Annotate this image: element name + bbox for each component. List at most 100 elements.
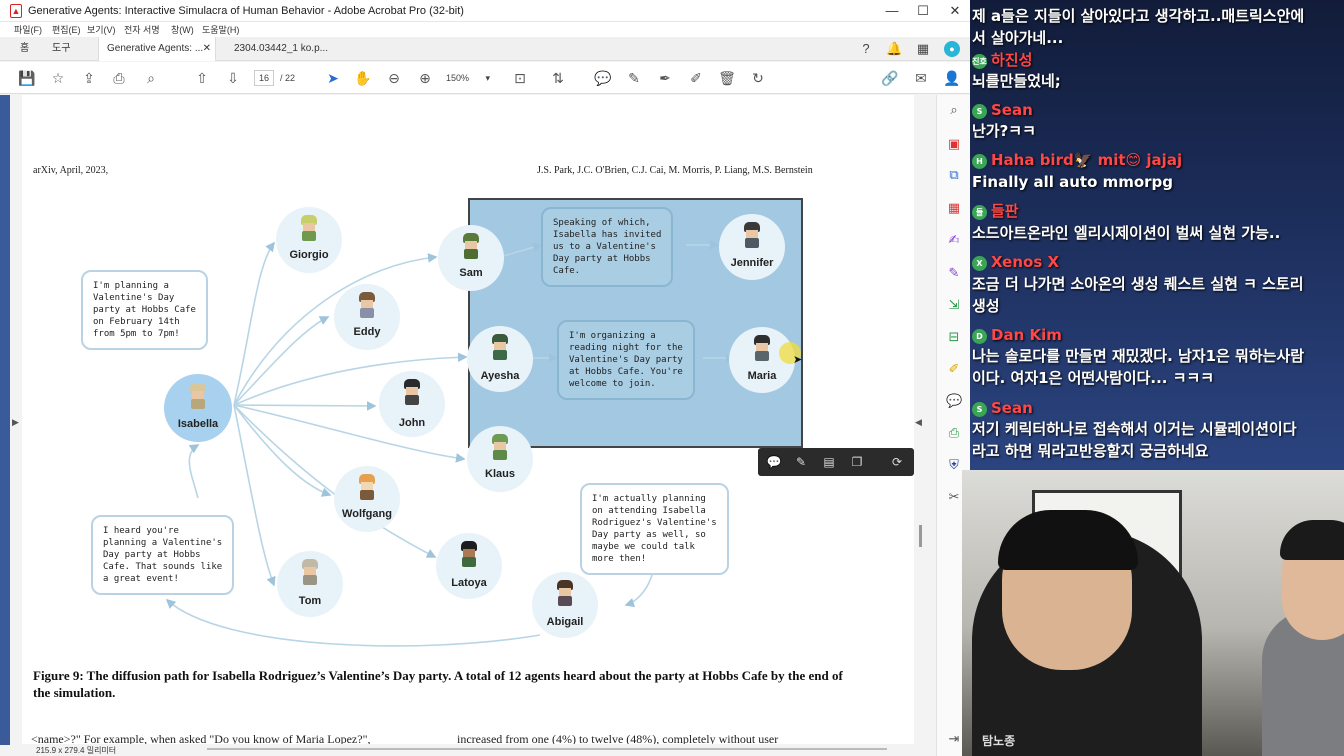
organize-pages-icon[interactable]: ▦ bbox=[946, 200, 962, 216]
zoom-out-icon[interactable]: ⊖ bbox=[384, 69, 404, 87]
agent-abigail: Abigail bbox=[532, 572, 598, 638]
share-person-icon[interactable]: 👤 bbox=[942, 69, 962, 87]
agent-klaus: Klaus bbox=[467, 426, 533, 492]
toolbar: 💾 ☆ ⇪ ⎙ ⌕ ⇧ ⇩ 16 / 22 ➤ ✋ ⊖ ⊕ 150% ▾ ⊡ ⇅… bbox=[0, 62, 970, 94]
chat-message: 소드아트온라인 엘리시제이션이 벌써 실현 가능.. bbox=[972, 224, 1281, 242]
scrollbar-thumb[interactable] bbox=[919, 525, 922, 547]
scan-ocr-icon[interactable]: ⊟ bbox=[946, 329, 962, 345]
save-icon[interactable]: 💾 bbox=[17, 69, 37, 87]
export-pdf-icon[interactable]: ⇲ bbox=[946, 297, 962, 313]
protect-shield-icon[interactable]: ⛨ bbox=[946, 457, 962, 473]
maximize-button[interactable]: ☐ bbox=[909, 2, 937, 20]
upload-cloud-icon[interactable]: ⇪ bbox=[79, 69, 99, 87]
agent-latoya: Latoya bbox=[436, 533, 502, 599]
agent-jennifer: Jennifer bbox=[719, 214, 785, 280]
bell-icon[interactable]: 🔔 bbox=[886, 41, 902, 57]
account-avatar-icon[interactable]: ● bbox=[944, 41, 960, 57]
create-pdf-icon[interactable]: ▣ bbox=[946, 136, 962, 152]
agent-label-maria: Maria bbox=[747, 370, 777, 382]
request-signature-icon[interactable]: ✍ bbox=[946, 232, 962, 248]
chat-message: 뇌를만들었네; bbox=[972, 72, 1061, 90]
page-size-label: 215.9 x 279.4 밀리미터 bbox=[36, 746, 117, 755]
stream-chat-overlay: 제 a들은 지들이 살아있다고 생각하고..매트릭스안에 서 살아가네... 진호 하… bbox=[970, 0, 1344, 470]
combine-files-icon[interactable]: ⧉ bbox=[946, 167, 962, 183]
menu-file[interactable]: 파일(F) bbox=[14, 23, 42, 36]
menu-window[interactable]: 창(W) bbox=[171, 23, 194, 36]
help-icon[interactable]: ? bbox=[858, 41, 874, 57]
highlight-pen-icon[interactable]: ✎ bbox=[624, 69, 644, 87]
zoom-level-select[interactable]: 150% ▾ bbox=[446, 70, 496, 86]
agent-label-isabella: Isabella bbox=[177, 418, 219, 430]
chat-username: 진호 하진성 bbox=[972, 50, 1032, 70]
page-number-input[interactable]: 16 bbox=[254, 70, 274, 86]
mail-icon[interactable]: ✉ bbox=[911, 69, 931, 87]
menu-edit[interactable]: 편집(E) bbox=[52, 23, 81, 36]
annot-comment-icon[interactable]: 💬 bbox=[766, 454, 782, 470]
draw-pen-icon[interactable]: ✒ bbox=[655, 69, 675, 87]
print-icon[interactable]: ⎙ bbox=[109, 69, 129, 87]
wolfgang-sprite-icon bbox=[356, 474, 378, 500]
link-icon[interactable]: 🔗 bbox=[880, 69, 900, 87]
chat-username: D Dan Kim bbox=[972, 325, 1062, 345]
chat-message: 조금 더 나가면 소아온의 생성 퀘스트 실현 ㅋ 스토리 bbox=[972, 275, 1304, 293]
comment-panel-icon[interactable]: 💬 bbox=[946, 393, 962, 409]
search-icon[interactable]: ⌕ bbox=[946, 102, 962, 118]
speech-bubble-ayesha: I'm organizing a reading night for the V… bbox=[557, 320, 695, 400]
page-down-icon[interactable]: ⇩ bbox=[223, 69, 243, 87]
left-panel-strip bbox=[0, 95, 10, 745]
john-sprite-icon bbox=[401, 379, 423, 405]
horizontal-scrollbar[interactable] bbox=[207, 748, 887, 750]
annot-more-icon[interactable]: ⟳ bbox=[889, 454, 905, 470]
tab-home[interactable]: 홈 bbox=[12, 37, 37, 61]
menu-help[interactable]: 도움말(H) bbox=[202, 23, 239, 36]
expand-left-panel-icon[interactable]: ▶ bbox=[12, 417, 19, 428]
tab-tools[interactable]: 도구 bbox=[44, 37, 78, 61]
speech-bubble-sam: Speaking of which, Isabella has invited … bbox=[541, 207, 674, 287]
menu-bar: 파일(F) 편집(E) 보기(V) 전자 서명 창(W) 도움말(H) bbox=[0, 22, 970, 37]
annotation-quick-toolbar: 💬 ✎ ▤ ❐ ⟳ bbox=[758, 448, 914, 476]
tab-close-icon[interactable]: ✕ bbox=[203, 37, 211, 61]
menu-view[interactable]: 보기(V) bbox=[87, 23, 116, 36]
annot-pen-icon[interactable]: ✎ bbox=[793, 454, 809, 470]
user-badge-icon: S bbox=[972, 402, 987, 417]
chat-message: 라고 하면 뭐라고반응할지 궁금하네요 bbox=[972, 442, 1209, 460]
vertical-scrollbar[interactable]: ◀ bbox=[914, 95, 936, 745]
bookmark-star-icon[interactable]: ☆ bbox=[48, 69, 68, 87]
apps-grid-icon[interactable]: ▦ bbox=[915, 41, 931, 57]
latoya-sprite-icon bbox=[458, 541, 480, 567]
agent-label-abigail: Abigail bbox=[546, 616, 584, 628]
chat-message: Finally all auto mmorpg bbox=[972, 173, 1174, 191]
select-cursor-icon[interactable]: ➤ bbox=[323, 69, 343, 87]
mouse-cursor-icon: ➤ bbox=[793, 354, 803, 366]
delete-trash-icon[interactable]: 🗑 bbox=[717, 69, 737, 87]
annot-copy-icon[interactable]: ❐ bbox=[849, 454, 865, 470]
scroll-mode-icon[interactable]: ⇅ bbox=[548, 69, 568, 87]
agent-wolfgang: Wolfgang bbox=[334, 466, 400, 532]
tab-document-2[interactable]: 2304.03442_1 ko.p... bbox=[226, 37, 336, 61]
agent-john: John bbox=[379, 371, 445, 437]
minimize-button[interactable]: — bbox=[878, 2, 906, 20]
window-title: Generative Agents: Interactive Simulacra… bbox=[28, 5, 464, 17]
zoom-in-icon[interactable]: ⊕ bbox=[415, 69, 435, 87]
zoom-search-icon[interactable]: ⌕ bbox=[141, 69, 161, 87]
chat-username-text: Sean bbox=[991, 399, 1033, 417]
more-tools-icon[interactable]: ✂ bbox=[946, 489, 962, 505]
edit-text-icon[interactable]: ✐ bbox=[686, 69, 706, 87]
print-production-icon[interactable]: ⎙ bbox=[946, 425, 962, 441]
hand-tool-icon[interactable]: ✋ bbox=[353, 69, 373, 87]
comment-icon[interactable]: 💬 bbox=[593, 69, 613, 87]
menu-esign[interactable]: 전자 서명 bbox=[124, 23, 160, 36]
agent-label-jennifer: Jennifer bbox=[730, 257, 774, 269]
expand-pane-icon[interactable]: ⇥ bbox=[946, 731, 962, 747]
chat-username: 들 들판 bbox=[972, 201, 1019, 221]
rotate-icon[interactable]: ↻ bbox=[748, 69, 768, 87]
annot-stamp-icon[interactable]: ▤ bbox=[821, 454, 837, 470]
close-button[interactable]: ✕ bbox=[941, 2, 969, 20]
tab-document-active[interactable]: Generative Agents: ... ✕ bbox=[98, 37, 216, 61]
page-up-icon[interactable]: ⇧ bbox=[192, 69, 212, 87]
tom-sprite-icon bbox=[299, 559, 321, 585]
collapse-right-panel-icon[interactable]: ◀ bbox=[915, 417, 922, 428]
fill-sign-icon[interactable]: ✎ bbox=[946, 265, 962, 281]
fit-page-icon[interactable]: ⊡ bbox=[510, 69, 530, 87]
edit-pdf-icon[interactable]: ✐ bbox=[946, 361, 962, 377]
